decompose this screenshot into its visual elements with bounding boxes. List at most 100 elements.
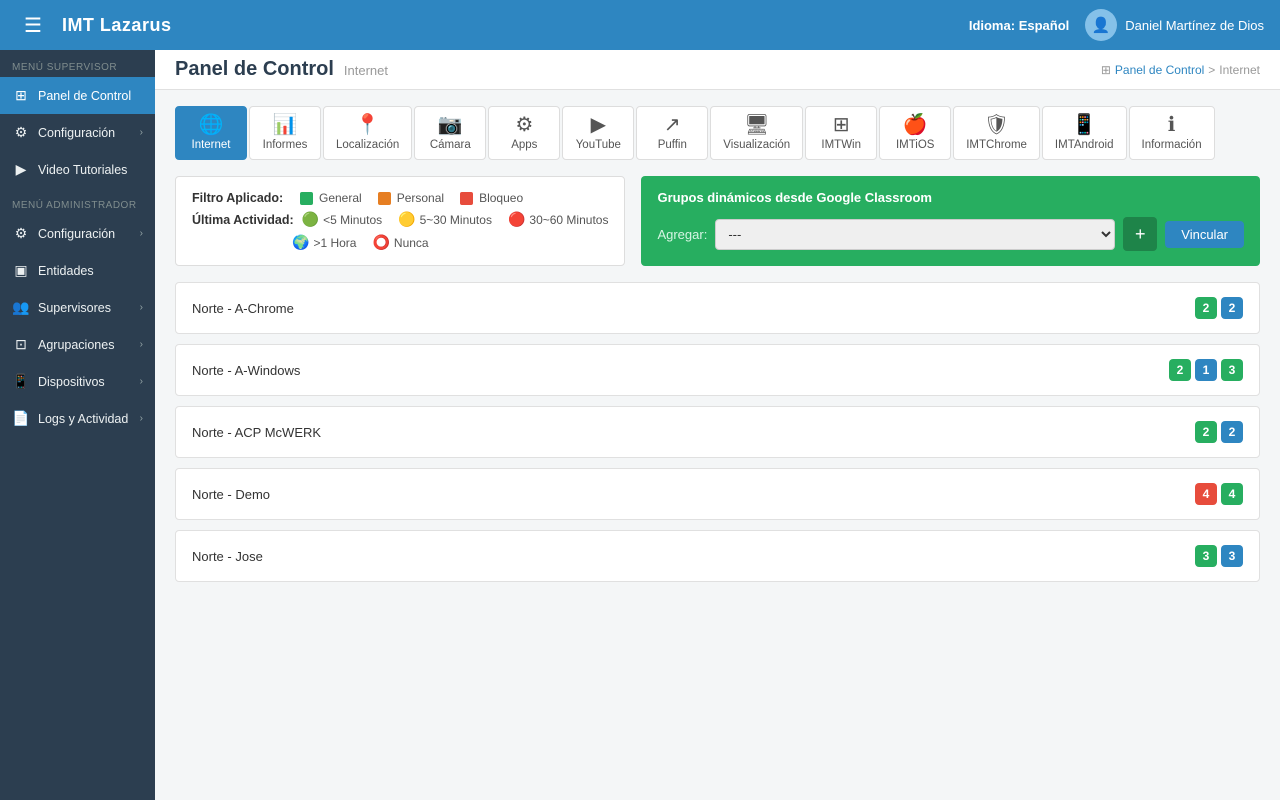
imtchrome-icon: 🛡 <box>984 115 1009 135</box>
tab-imtandroid[interactable]: 📱 IMTAndroid <box>1042 106 1127 160</box>
tab-label: Localización <box>336 139 399 151</box>
add-button[interactable]: + <box>1123 217 1157 251</box>
vincular-button[interactable]: Vincular <box>1165 221 1244 248</box>
tab-label: Visualización <box>723 139 790 151</box>
filter-bloqueo: Bloqueo <box>460 191 523 205</box>
group-row[interactable]: Norte - Jose 3 3 <box>175 530 1260 582</box>
tab-imtwin[interactable]: ⊞ IMTWin <box>805 106 877 160</box>
sidebar-item-video[interactable]: ▶ Video Tutoriales <box>0 151 155 188</box>
sidebar-item-label: Dispositivos <box>38 375 105 389</box>
page-title: Panel de Control <box>175 58 334 81</box>
group-badges: 2 1 3 <box>1169 359 1243 381</box>
activity-60min-label: 30~60 Minutos <box>529 213 608 227</box>
tab-imtchrome[interactable]: 🛡 IMTChrome <box>953 106 1040 160</box>
badge: 3 <box>1221 359 1243 381</box>
tab-youtube[interactable]: ▶ YouTube <box>562 106 634 160</box>
chevron-right-icon: › <box>140 339 143 350</box>
badge: 3 <box>1195 545 1217 567</box>
apps-icon: ⚙ <box>515 115 533 135</box>
activity-60min: 🔴 30~60 Minutos <box>508 211 609 228</box>
tab-informes[interactable]: 📊 Informes <box>249 106 321 160</box>
visualizacion-icon: 🖥 <box>744 115 769 135</box>
localizacion-icon: 📍 <box>355 115 380 135</box>
badge: 3 <box>1221 545 1243 567</box>
tab-imtios[interactable]: 🍎 IMTiOS <box>879 106 951 160</box>
filter-bloqueo-label: Bloqueo <box>479 191 523 205</box>
activity-green-icon: 🟢 <box>302 211 319 228</box>
sidebar-item-label: Supervisores <box>38 301 111 315</box>
badge: 2 <box>1169 359 1191 381</box>
tab-visualizacion[interactable]: 🖥 Visualización <box>710 106 803 160</box>
tab-informacion[interactable]: ℹ Información <box>1129 106 1215 160</box>
filter-personal-label: Personal <box>397 191 444 205</box>
sidebar-item-label: Logs y Actividad <box>38 412 128 426</box>
activity-red-icon: 🔴 <box>508 211 525 228</box>
chevron-right-icon: › <box>140 228 143 239</box>
chevron-right-icon: › <box>140 302 143 313</box>
classroom-box: Grupos dinámicos desde Google Classroom … <box>641 176 1260 266</box>
hamburger-button[interactable]: ☰ <box>16 9 50 42</box>
main-scroll-area: 🌐 Internet 📊 Informes 📍 Localización 📷 C… <box>155 90 1280 800</box>
badge: 4 <box>1195 483 1217 505</box>
group-name: Norte - A-Windows <box>192 363 300 378</box>
tab-label: Cámara <box>430 139 471 151</box>
filter-box: Filtro Aplicado: General Personal Bloque… <box>175 176 625 266</box>
sidebar-item-panel[interactable]: ⊞ Panel de Control <box>0 77 155 114</box>
tab-label: Internet <box>192 139 231 151</box>
breadcrumb-current: Internet <box>1219 63 1260 77</box>
avatar: 👤 <box>1085 9 1117 41</box>
users-icon: 👥 <box>12 299 30 316</box>
group-name: Norte - ACP McWERK <box>192 425 321 440</box>
chevron-right-icon: › <box>140 376 143 387</box>
activity-yellow-icon: 🟡 <box>398 211 415 228</box>
sidebar-item-dispositivos[interactable]: 📱 Dispositivos › <box>0 363 155 400</box>
logs-icon: 📄 <box>12 410 30 427</box>
activity-world-icon: 🌍 <box>292 234 309 251</box>
tab-localizacion[interactable]: 📍 Localización <box>323 106 412 160</box>
sidebar-item-configuracion2[interactable]: ⚙ Configuración › <box>0 215 155 252</box>
dot-red <box>460 192 473 205</box>
informes-icon: 📊 <box>273 115 298 135</box>
youtube-icon: ▶ <box>591 115 606 135</box>
sidebar-item-label: Configuración <box>38 126 115 140</box>
sidebar-item-agrupaciones[interactable]: ⊡ Agrupaciones › <box>0 326 155 363</box>
group-row[interactable]: Norte - ACP McWERK 2 2 <box>175 406 1260 458</box>
breadcrumb-home-link[interactable]: Panel de Control <box>1115 63 1204 77</box>
activity-30min: 🟡 5~30 Minutos <box>398 211 492 228</box>
entity-icon: ▣ <box>12 262 30 279</box>
user-info: 👤 Daniel Martínez de Dios <box>1085 9 1264 41</box>
page-subtitle: Internet <box>344 63 388 78</box>
chevron-right-icon: › <box>140 413 143 424</box>
tab-internet[interactable]: 🌐 Internet <box>175 106 247 160</box>
group-row[interactable]: Norte - Demo 4 4 <box>175 468 1260 520</box>
internet-icon: 🌐 <box>199 115 224 135</box>
activity-1hora: 🌍 >1 Hora <box>292 234 356 251</box>
sidebar-item-label: Entidades <box>38 264 94 278</box>
sidebar-item-supervisores[interactable]: 👥 Supervisores › <box>0 289 155 326</box>
tab-apps[interactable]: ⚙ Apps <box>488 106 560 160</box>
group-row[interactable]: Norte - A-Windows 2 1 3 <box>175 344 1260 396</box>
sidebar-item-logs[interactable]: 📄 Logs y Actividad › <box>0 400 155 437</box>
badge: 1 <box>1195 359 1217 381</box>
chevron-right-icon: › <box>140 127 143 138</box>
activity-1hora-label: >1 Hora <box>313 236 356 250</box>
filtro-label: Filtro Aplicado: <box>192 191 292 205</box>
imtios-icon: 🍎 <box>903 115 928 135</box>
group-badges: 2 2 <box>1195 421 1243 443</box>
activity-nunca: ⭕ Nunca <box>372 234 428 251</box>
filter-general: General <box>300 191 362 205</box>
device-icon: 📱 <box>12 373 30 390</box>
group-icon: ⊡ <box>12 336 30 353</box>
tab-label: IMTChrome <box>966 139 1027 151</box>
tab-puffin[interactable]: ↗ Puffin <box>636 106 708 160</box>
filter-section: Filtro Aplicado: General Personal Bloque… <box>175 176 1260 266</box>
sidebar-item-entidades[interactable]: ▣ Entidades <box>0 252 155 289</box>
agregar-select[interactable]: --- <box>715 219 1115 250</box>
sidebar-item-configuracion1[interactable]: ⚙ Configuración › <box>0 114 155 151</box>
groups-list: Norte - A-Chrome 2 2 Norte - A-Windows 2… <box>175 282 1260 582</box>
tab-label: IMTiOS <box>896 139 935 151</box>
group-row[interactable]: Norte - A-Chrome 2 2 <box>175 282 1260 334</box>
tab-camara[interactable]: 📷 Cámara <box>414 106 486 160</box>
informacion-icon: ℹ <box>1168 115 1176 135</box>
dot-green <box>300 192 313 205</box>
